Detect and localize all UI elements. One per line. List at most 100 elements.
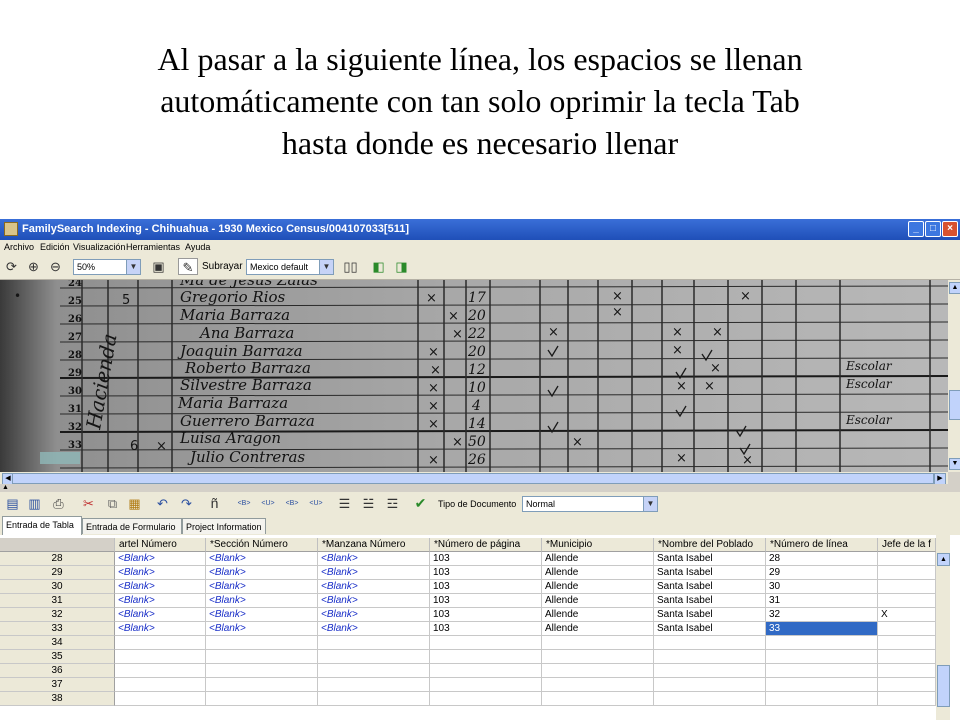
grid-cell[interactable] [318, 636, 430, 650]
grid-cell[interactable] [318, 692, 430, 706]
insert-row-icon[interactable]: ☰ [336, 495, 353, 512]
column-header[interactable]: *Número de página [430, 538, 542, 552]
grid-cell[interactable] [766, 664, 878, 678]
row-number[interactable]: 37 [0, 678, 115, 692]
grid-cell[interactable]: <Blank> [318, 622, 430, 636]
grid-cell[interactable]: Santa Isabel [654, 622, 766, 636]
submit-icon[interactable]: ▥ [26, 495, 43, 512]
grid-cell[interactable]: 33 [766, 622, 878, 636]
grid-cell[interactable] [115, 636, 206, 650]
row-number[interactable]: 30 [0, 580, 115, 594]
menu-ayuda[interactable]: Ayuda [185, 242, 210, 252]
redo-icon[interactable]: ↷ [178, 495, 195, 512]
move-row-icon[interactable]: ☲ [384, 495, 401, 512]
grid-cell[interactable] [542, 678, 654, 692]
chevron-down-icon[interactable]: ▼ [643, 497, 657, 511]
census-image-viewer[interactable]: Hacienda • 24 25 26 27 28 29 30 31 32 33… [0, 280, 948, 472]
menu-visualizacion[interactable]: Visualización [73, 242, 125, 252]
grid-cell[interactable]: <Blank> [206, 552, 318, 566]
scroll-thumb[interactable] [937, 665, 950, 707]
image-horizontal-scrollbar[interactable]: ◀ ▶ [0, 472, 948, 485]
grid-cell[interactable] [766, 636, 878, 650]
scroll-up-icon[interactable]: ▲ [937, 553, 950, 566]
grid-cell[interactable] [318, 678, 430, 692]
grid-cell[interactable] [430, 636, 542, 650]
grid-cell[interactable]: <Blank> [206, 580, 318, 594]
paste-icon[interactable]: ▦ [126, 495, 143, 512]
row-number[interactable]: 33 [0, 622, 115, 636]
grid-cell[interactable]: <Blank> [318, 580, 430, 594]
grid-cell[interactable] [878, 580, 936, 594]
grid-cell[interactable] [878, 566, 936, 580]
row-number[interactable]: 36 [0, 664, 115, 678]
column-header[interactable]: *Manzana Número [318, 538, 430, 552]
underline-tag-button[interactable]: <U> [258, 495, 278, 512]
grid-vertical-scrollbar[interactable]: ▲ [936, 535, 950, 720]
column-header[interactable]: *Municipio [542, 538, 654, 552]
doc-type-select[interactable]: Normal ▼ [522, 496, 658, 512]
grid-cell[interactable]: Allende [542, 580, 654, 594]
print-icon[interactable]: ⎙ [50, 495, 67, 512]
column-header[interactable]: Jefe de la f [878, 538, 936, 552]
row-number[interactable]: 28 [0, 552, 115, 566]
tab-form-entry[interactable]: Entrada de Formulario [82, 518, 182, 534]
scroll-thumb[interactable] [12, 473, 934, 484]
grid-cell[interactable]: Allende [542, 552, 654, 566]
grid-cell[interactable]: 103 [430, 552, 542, 566]
grid-cell[interactable] [115, 650, 206, 664]
tab-table-entry[interactable]: Entrada de Tabla [2, 516, 82, 536]
grid-cell[interactable] [115, 678, 206, 692]
bold-tag-button[interactable]: <B> [234, 495, 254, 512]
grid-cell[interactable] [430, 664, 542, 678]
grid-cell[interactable] [878, 678, 936, 692]
grid-cell[interactable]: Santa Isabel [654, 566, 766, 580]
pane-splitter[interactable]: ▲ [0, 484, 960, 492]
grid-cell[interactable] [766, 678, 878, 692]
grid-cell[interactable] [206, 650, 318, 664]
row-number[interactable]: 35 [0, 650, 115, 664]
scroll-down-icon[interactable]: ▼ [949, 458, 960, 470]
grid-cell[interactable]: <Blank> [206, 594, 318, 608]
chevron-down-icon[interactable]: ▼ [126, 260, 140, 274]
quality-check-icon[interactable]: ✔ [412, 495, 429, 512]
menu-archivo[interactable]: Archivo [4, 242, 34, 252]
grid-cell[interactable] [542, 650, 654, 664]
rotate-right-icon[interactable]: ◨ [393, 258, 410, 275]
column-header[interactable]: *Nombre del Poblado [654, 538, 766, 552]
scroll-thumb[interactable] [949, 390, 960, 420]
row-number[interactable]: 34 [0, 636, 115, 650]
close-button[interactable]: × [942, 221, 958, 237]
grid-cell[interactable]: <Blank> [115, 622, 206, 636]
grid-cell[interactable] [766, 692, 878, 706]
grid-cell[interactable]: Santa Isabel [654, 594, 766, 608]
book-icon[interactable]: ▯▯ [342, 258, 359, 275]
grid-cell[interactable] [542, 692, 654, 706]
grid-cell[interactable] [430, 692, 542, 706]
pencil-icon[interactable]: ✎ [178, 258, 198, 275]
column-header[interactable]: *Número de línea [766, 538, 878, 552]
grid-cell[interactable] [206, 664, 318, 678]
grid-cell[interactable] [878, 636, 936, 650]
scroll-up-icon[interactable]: ▲ [949, 282, 960, 294]
grid-cell[interactable]: <Blank> [206, 566, 318, 580]
grid-cell[interactable]: Allende [542, 608, 654, 622]
title-bar[interactable]: FamilySearch Indexing - Chihuahua - 1930… [0, 219, 960, 240]
grid-cell[interactable] [878, 664, 936, 678]
save-icon[interactable]: ▤ [4, 495, 21, 512]
grid-cell[interactable] [654, 664, 766, 678]
grid-cell[interactable]: <Blank> [115, 608, 206, 622]
delete-row-icon[interactable]: ☱ [360, 495, 377, 512]
grid-cell[interactable]: 103 [430, 580, 542, 594]
grid-cell[interactable]: <Blank> [206, 622, 318, 636]
underline-tag-all-button[interactable]: <U> [306, 495, 326, 512]
grid-cell[interactable]: <Blank> [115, 552, 206, 566]
zoom-select[interactable]: 50% ▼ [73, 259, 141, 275]
clipboard-icon[interactable]: ▣ [150, 258, 167, 275]
row-number[interactable]: 29 [0, 566, 115, 580]
grid-cell[interactable] [206, 636, 318, 650]
grid-cell[interactable] [654, 636, 766, 650]
grid-cell[interactable]: 103 [430, 622, 542, 636]
grid-cell[interactable] [318, 664, 430, 678]
grid-cell[interactable]: 31 [766, 594, 878, 608]
grid-cell[interactable]: Santa Isabel [654, 608, 766, 622]
